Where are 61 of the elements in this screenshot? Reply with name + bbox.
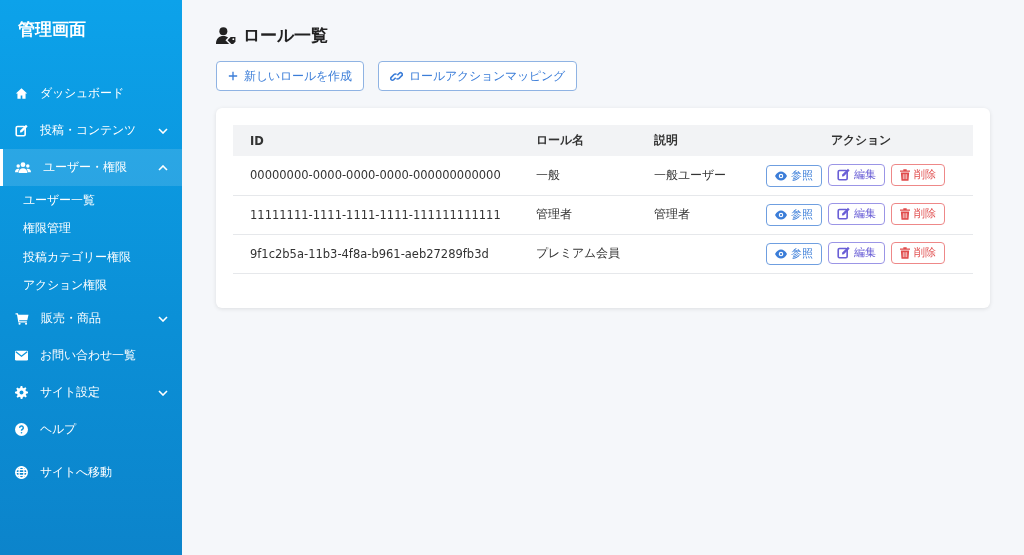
nav-item[interactable]: サイトへ移動 [0,454,182,491]
globe-icon [15,466,28,479]
column-header: ロール名 [519,125,637,156]
trash-icon [900,247,910,260]
view-button[interactable]: 参照 [766,204,822,227]
settings-icon [15,386,28,399]
delete-button[interactable]: 削除 [891,203,945,226]
toolbar-button[interactable]: ロールアクションマッピング [378,61,577,91]
table-cell: 一般 [536,167,560,182]
nav-subitem[interactable]: アクション権限 [0,271,182,300]
table-cell: 一般ユーザー [654,167,726,182]
delete-button[interactable]: 削除 [891,242,945,265]
table-cell: 00000000-0000-0000-0000-000000000000 [250,168,501,183]
plus-icon [228,71,238,81]
envelope-icon [15,350,28,361]
cart-icon [15,312,29,325]
nav-subitem[interactable]: ユーザー一覧 [0,186,182,215]
eye-icon [775,171,787,181]
users-icon [15,161,31,174]
trash-icon [900,169,910,181]
chevron-down-icon [158,389,168,396]
home-icon [15,87,28,100]
eye-icon [775,210,787,221]
nav-item[interactable]: ユーザー・権限 [0,149,182,186]
eye-icon [775,249,787,260]
link-icon [390,69,403,83]
edit-button[interactable]: 編集 [828,163,885,186]
nav-item[interactable]: 投稿・コンテンツ [0,112,182,149]
column-header: 説明 [637,125,749,156]
table-cell: 管理者 [654,207,690,221]
page-title: ロール一覧 [243,24,328,47]
table-cell: 11111111-1111-1111-1111-111111111111 [250,207,501,222]
view-button[interactable]: 参照 [766,165,822,187]
view-button[interactable]: 参照 [766,243,822,266]
nav-item[interactable]: サイト設定 [0,374,182,411]
delete-button[interactable]: 削除 [891,164,945,186]
table-cell: 9f1c2b5a-11b3-4f8a-b961-aeb27289fb3d [250,246,489,261]
edit-button[interactable]: 編集 [828,241,885,264]
edit-icon [837,207,850,221]
chevron-down-icon [158,315,168,322]
toolbar-button[interactable]: 新しいロールを作成 [216,61,364,91]
nav-item[interactable]: ダッシュボード [0,75,182,112]
user-tag-icon [216,27,237,44]
nav-item[interactable]: お問い合わせ一覧 [0,337,182,374]
edit-icon [837,246,850,260]
nav-subitem[interactable]: 投稿カテゴリー権限 [0,243,182,272]
app-title: 管理画面 [17,18,87,41]
table-cell: 管理者 [536,207,572,221]
chevron-down-icon [158,127,168,134]
edit-button[interactable]: 編集 [828,202,885,225]
nav-subitem[interactable]: 権限管理 [0,214,182,243]
edit-icon [837,168,850,181]
table-cell: プレミアム会員 [536,246,620,260]
nav-item[interactable]: 販売・商品 [0,300,182,337]
column-header: アクション [749,125,973,156]
nav-item[interactable]: ヘルプ [0,411,182,448]
column-header: ID [233,125,519,156]
edit-icon [15,124,28,137]
chevron-up-icon [158,164,168,171]
help-icon [15,423,28,436]
trash-icon [900,208,910,221]
